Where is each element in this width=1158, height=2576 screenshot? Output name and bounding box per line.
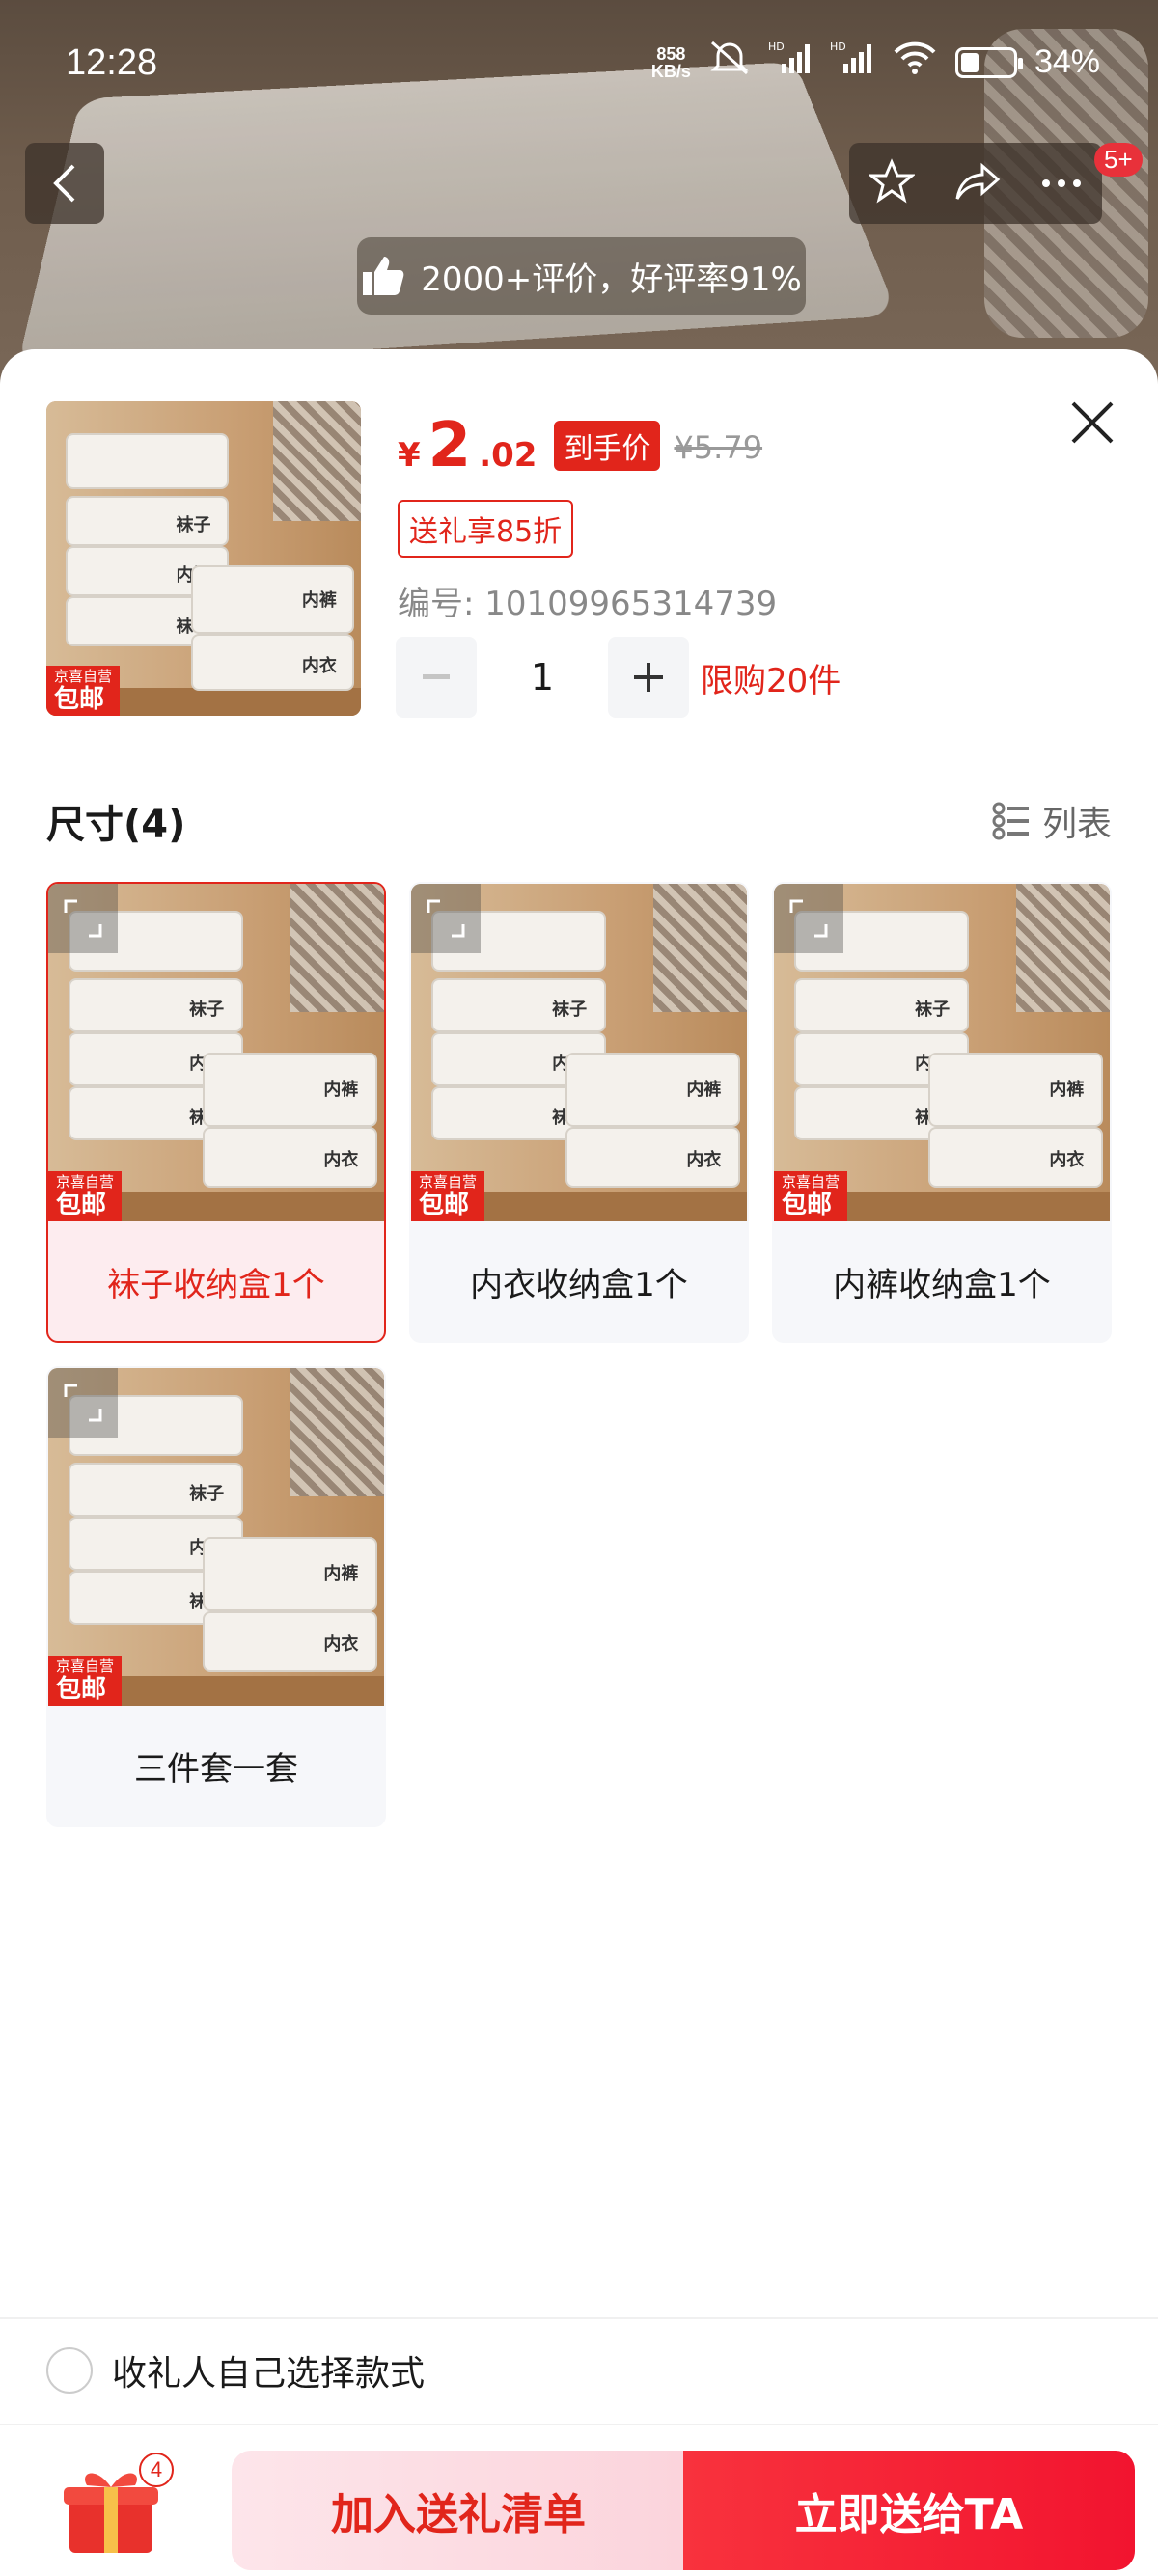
- share-icon: [955, 162, 1001, 200]
- original-price: ¥5.79: [674, 429, 763, 466]
- plus-icon: [634, 663, 663, 692]
- battery-level-fill: [960, 52, 979, 72]
- sku-number: 编号: 10109965314739: [398, 585, 778, 623]
- option-label: 内裤收纳盒1个: [833, 1265, 1051, 1304]
- size-option-card[interactable]: 袜子 内裤 袜子 内裤 内衣 京喜自营包邮 三件套一套: [46, 1366, 386, 1827]
- close-button[interactable]: [1065, 396, 1119, 450]
- list-view-toggle[interactable]: 列表: [992, 796, 1112, 846]
- option-label: 袜子收纳盒1个: [107, 1265, 325, 1304]
- increase-quantity-button[interactable]: [608, 637, 689, 718]
- option-label: 三件套一套: [134, 1749, 298, 1789]
- gift-count-badge: 4: [139, 2453, 174, 2487]
- currency-symbol: ¥: [398, 436, 421, 475]
- shipping-tag: 京喜自营 包邮: [48, 1171, 123, 1221]
- list-icon: [992, 802, 1029, 840]
- shipping-tag: 京喜自营 包邮: [774, 1171, 848, 1221]
- signal-icon-2: HD: [830, 41, 874, 84]
- decrease-quantity-button[interactable]: [396, 637, 477, 718]
- shipping-tag: 京喜自营 包邮: [411, 1171, 485, 1221]
- status-time: 12:28: [66, 42, 158, 83]
- rating-text: 2000+评价，好评率91%: [421, 260, 802, 299]
- status-icons: 858 KB/s HD HD 34%: [651, 39, 1100, 86]
- storage-box: [65, 432, 230, 490]
- recipient-choose-style-option[interactable]: 收礼人自己选择款式: [0, 2317, 1158, 2422]
- product-thumbnail[interactable]: 袜子 内裤 袜子 内裤 内衣 京喜自营 包邮: [46, 401, 361, 716]
- option-image: 袜子 内裤 袜子 内裤 内衣 京喜自营包邮: [774, 884, 1110, 1221]
- expand-image-button[interactable]: [774, 884, 843, 953]
- send-gift-now-button[interactable]: 立即送给TA: [683, 2451, 1135, 2570]
- recipient-choose-style-label: 收礼人自己选择款式: [112, 2354, 426, 2394]
- expand-image-button[interactable]: [48, 1368, 118, 1438]
- add-to-gift-list-button[interactable]: 加入送礼清单: [232, 2451, 685, 2570]
- mute-icon: [708, 39, 751, 86]
- wifi-icon: [892, 41, 938, 84]
- expand-image-button[interactable]: [48, 884, 118, 953]
- expand-icon: [789, 899, 828, 938]
- option-label: 内衣收纳盒1个: [470, 1265, 688, 1304]
- option-image: 袜子 内裤 袜子 内裤 内衣 京喜自营包邮: [48, 884, 384, 1221]
- thumbs-up-icon: [363, 257, 404, 295]
- minus-icon: [423, 674, 450, 679]
- price-integer: 2: [427, 410, 472, 481]
- expand-icon: [64, 1384, 102, 1422]
- status-bar: 12:28 858 KB/s HD HD 34%: [0, 0, 1158, 135]
- size-option-card[interactable]: 袜子 内裤 袜子 内裤 内衣 京喜自营包邮 内衣收纳盒1个: [409, 882, 749, 1343]
- header-actions: [849, 143, 1102, 224]
- size-option-card[interactable]: 袜子 内裤 袜子 内裤 内衣 京喜自营包邮 袜子收纳盒1个: [46, 882, 386, 1343]
- storage-box: 袜子: [65, 495, 230, 546]
- quantity-value[interactable]: 1: [477, 656, 608, 699]
- bottom-action-bar: 4 加入送礼清单 立即送给TA: [0, 2424, 1158, 2576]
- final-price-tag: 到手价: [554, 421, 661, 471]
- favorite-button[interactable]: [867, 158, 917, 208]
- more-dots-icon: [1042, 178, 1081, 187]
- signal-icon-1: HD: [768, 41, 813, 84]
- back-button[interactable]: [25, 143, 104, 224]
- battery-percent: 34%: [1034, 43, 1100, 80]
- purchase-limit: 限购20件: [701, 661, 841, 700]
- option-image: 袜子 内裤 袜子 内裤 内衣 京喜自营包邮: [48, 1368, 384, 1706]
- size-section-title: 尺寸(4): [46, 803, 186, 847]
- quantity-stepper: 1 限购20件: [396, 637, 841, 718]
- option-image: 袜子 内裤 袜子 内裤 内衣 京喜自营包邮: [411, 884, 747, 1221]
- close-icon: [1071, 401, 1114, 444]
- expand-image-button[interactable]: [411, 884, 481, 953]
- battery-icon: [954, 46, 1023, 78]
- price-row: ¥ 2 .02 到手价 ¥5.79: [398, 415, 762, 479]
- share-button[interactable]: [953, 160, 1002, 206]
- watermark: 小熊猫c: [473, 1569, 576, 1603]
- shipping-tag: 京喜自营 包邮: [48, 1656, 123, 1706]
- gift-discount-tag: 送礼享85折: [398, 500, 574, 558]
- sku-selection-sheet: 袜子 内裤 袜子 内裤 内衣 京喜自营 包邮 ¥ 2 .02 到手价 ¥5.79…: [0, 349, 1158, 2576]
- storage-box: 内裤: [190, 564, 355, 635]
- size-option-card[interactable]: 袜子 内裤 袜子 内裤 内衣 京喜自营包邮 内裤收纳盒1个: [772, 882, 1112, 1343]
- svg-text:HD: HD: [768, 41, 785, 53]
- rating-summary[interactable]: 2000+评价，好评率91%: [357, 237, 806, 315]
- radio-button[interactable]: [46, 2347, 93, 2394]
- expand-icon: [64, 899, 102, 938]
- network-speed: 858 KB/s: [650, 43, 691, 81]
- notification-badge: 5+: [1094, 143, 1143, 177]
- price-decimal: .02: [479, 436, 538, 475]
- chevron-left-icon: [53, 164, 75, 203]
- storage-box: 内衣: [190, 634, 355, 691]
- more-button[interactable]: [1040, 175, 1083, 193]
- size-section-header: 尺寸(4) 列表: [46, 793, 1112, 849]
- shipping-tag: 京喜自营 包邮: [46, 666, 121, 716]
- star-icon: [867, 158, 917, 204]
- expand-icon: [427, 899, 465, 938]
- svg-text:HD: HD: [830, 41, 846, 53]
